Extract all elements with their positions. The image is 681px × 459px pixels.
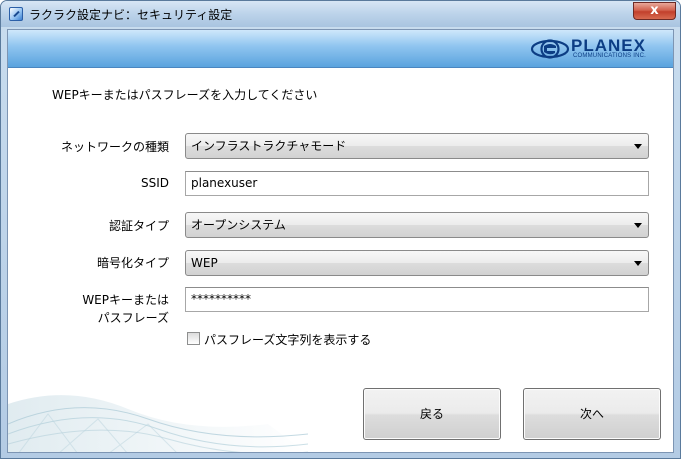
wep-key-label-line2: パスフレーズ bbox=[97, 311, 169, 325]
dialog-window: ラクラク設定ナビ：セキュリティ設定 x PLANEX COMMUNICATION… bbox=[0, 0, 681, 459]
chevron-down-icon bbox=[634, 261, 642, 266]
dialog-content: PLANEX COMMUNICATIONS INC. WEPキーまたはパスフレー… bbox=[7, 29, 674, 453]
network-type-select[interactable]: インフラストラクチャモード bbox=[185, 133, 649, 159]
network-type-value: インフラストラクチャモード bbox=[191, 139, 347, 153]
planex-logo: PLANEX COMMUNICATIONS INC. bbox=[530, 36, 666, 62]
network-type-label: ネットワークの種類 bbox=[60, 140, 169, 154]
next-button[interactable]: 次へ bbox=[523, 388, 661, 440]
chevron-down-icon bbox=[634, 144, 642, 149]
close-button[interactable]: x bbox=[633, 2, 676, 20]
show-passphrase-checkbox[interactable] bbox=[187, 332, 200, 345]
header-banner: PLANEX COMMUNICATIONS INC. bbox=[8, 30, 673, 68]
planex-globe-icon bbox=[530, 39, 570, 59]
encryption-type-value: WEP bbox=[191, 256, 218, 270]
encryption-type-select[interactable]: WEP bbox=[185, 250, 649, 276]
encryption-type-label: 暗号化タイプ bbox=[96, 256, 169, 270]
auth-type-select[interactable]: オープンシステム bbox=[185, 212, 649, 238]
wep-key-label-line1: WEPキーまたは bbox=[82, 293, 169, 307]
instruction-text: WEPキーまたはパスフレーズを入力してください bbox=[52, 88, 318, 102]
app-icon bbox=[9, 7, 23, 21]
auth-type-label: 認証タイプ bbox=[108, 219, 169, 233]
wep-key-input[interactable]: ********** bbox=[185, 287, 649, 312]
background-decoration bbox=[8, 395, 308, 452]
ssid-label: SSID bbox=[140, 176, 169, 190]
show-passphrase-label[interactable]: パスフレーズ文字列を表示する bbox=[204, 331, 371, 348]
brand-subtitle: COMMUNICATIONS INC. bbox=[573, 53, 647, 59]
auth-type-value: オープンシステム bbox=[191, 218, 286, 232]
window-title: ラクラク設定ナビ：セキュリティ設定 bbox=[29, 8, 233, 22]
chevron-down-icon bbox=[634, 223, 642, 228]
back-button[interactable]: 戻る bbox=[363, 388, 501, 440]
ssid-input[interactable]: planexuser bbox=[185, 171, 649, 196]
title-bar[interactable]: ラクラク設定ナビ：セキュリティ設定 x bbox=[1, 1, 680, 27]
wep-key-label: WEPキーまたは パスフレーズ bbox=[82, 291, 169, 327]
